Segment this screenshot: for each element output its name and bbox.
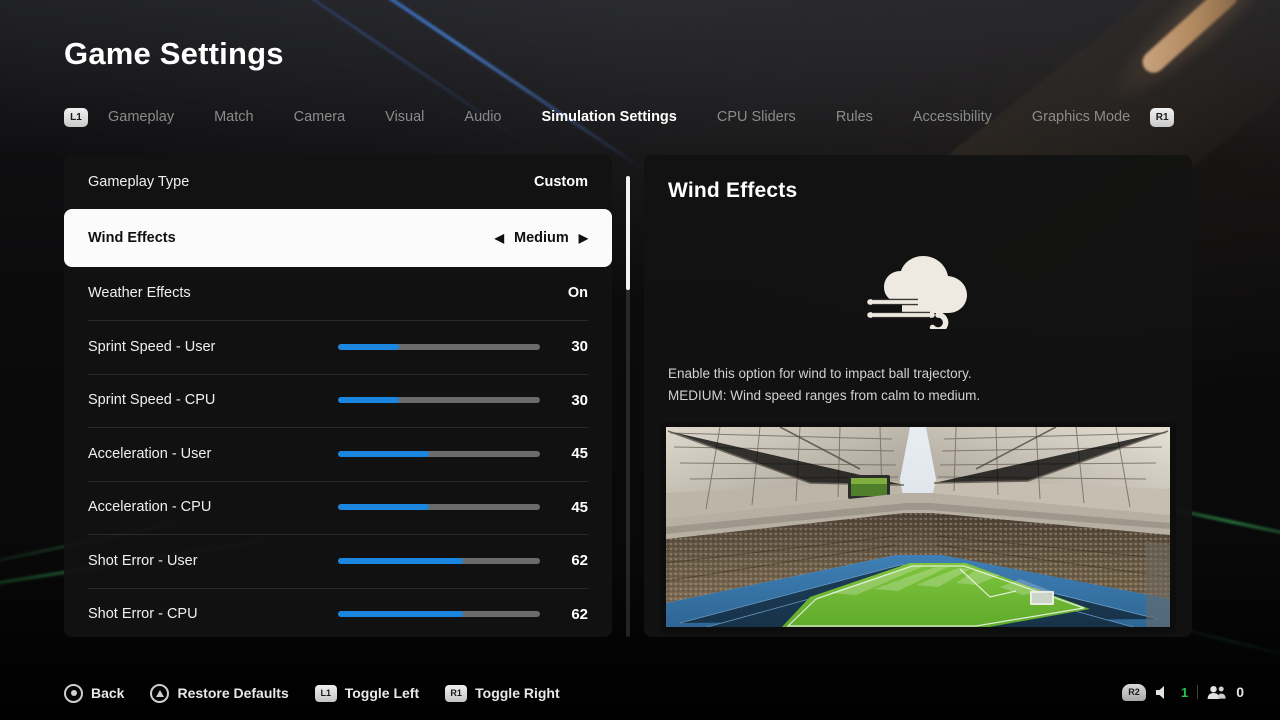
tab-visual[interactable]: Visual bbox=[365, 104, 444, 130]
setting-label: Sprint Speed - User bbox=[88, 339, 215, 355]
setting-label: Acceleration - User bbox=[88, 446, 211, 462]
detail-title: Wind Effects bbox=[668, 179, 1168, 203]
slider-track[interactable] bbox=[338, 451, 540, 457]
game-settings-screen: Game Settings L1 Gameplay Match Camera V… bbox=[0, 0, 1280, 720]
tab-accessibility[interactable]: Accessibility bbox=[893, 104, 1012, 130]
settings-scrollbar[interactable] bbox=[626, 176, 630, 637]
setting-value: On bbox=[568, 285, 588, 301]
slider-value: 62 bbox=[540, 552, 588, 569]
hint-label: Toggle Right bbox=[475, 685, 560, 701]
setting-row-acceleration-cpu[interactable]: Acceleration - CPU 45 bbox=[64, 481, 612, 535]
setting-label: Wind Effects bbox=[88, 230, 176, 246]
stepper-left-arrow-icon[interactable]: ◀ bbox=[495, 232, 504, 244]
tab-cpu-sliders[interactable]: CPU Sliders bbox=[697, 104, 816, 130]
setting-row-gameplay-type[interactable]: Gameplay Type Custom bbox=[64, 155, 612, 209]
r1-button-icon: R1 bbox=[445, 685, 467, 702]
slider-value: 30 bbox=[540, 338, 588, 355]
setting-row-weather-effects[interactable]: Weather Effects On bbox=[64, 267, 612, 321]
slider-track[interactable] bbox=[338, 558, 540, 564]
hint-label: Restore Defaults bbox=[177, 685, 288, 701]
detail-description-line-2: MEDIUM: Wind speed ranges from calm to m… bbox=[668, 385, 1168, 407]
settings-tabbar: L1 Gameplay Match Camera Visual Audio Si… bbox=[64, 104, 1174, 130]
setting-slider[interactable]: 62 bbox=[338, 552, 588, 569]
players-count: 0 bbox=[1236, 684, 1244, 700]
hint-toggle-right[interactable]: R1 Toggle Right bbox=[445, 685, 560, 702]
triangle-button-icon bbox=[150, 684, 169, 703]
setting-slider[interactable]: 45 bbox=[338, 499, 588, 516]
setting-label: Weather Effects bbox=[88, 285, 191, 301]
setting-slider[interactable]: 30 bbox=[338, 392, 588, 409]
slider-fill bbox=[338, 344, 399, 350]
r2-trigger-icon: R2 bbox=[1122, 684, 1146, 701]
detail-description: Enable this option for wind to impact ba… bbox=[668, 363, 1168, 407]
setting-value-stepper: ◀ Medium ▶ bbox=[495, 230, 588, 246]
l1-bumper-icon[interactable]: L1 bbox=[64, 108, 88, 127]
setting-row-shot-error-user[interactable]: Shot Error - User 62 bbox=[64, 534, 612, 588]
tab-match[interactable]: Match bbox=[194, 104, 274, 130]
tab-camera[interactable]: Camera bbox=[274, 104, 366, 130]
slider-track[interactable] bbox=[338, 344, 540, 350]
slider-value: 45 bbox=[540, 445, 588, 462]
cloud-wind-icon bbox=[858, 255, 978, 329]
setting-row-shot-error-cpu[interactable]: Shot Error - CPU 62 bbox=[64, 588, 612, 638]
slider-track[interactable] bbox=[338, 504, 540, 510]
r1-bumper-icon[interactable]: R1 bbox=[1150, 108, 1174, 127]
setting-label: Sprint Speed - CPU bbox=[88, 392, 215, 408]
hint-label: Back bbox=[91, 685, 124, 701]
detail-panel: Wind Effects Enable this option for wind… bbox=[644, 155, 1192, 637]
slider-value: 30 bbox=[540, 392, 588, 409]
setting-slider[interactable]: 62 bbox=[338, 606, 588, 623]
hint-label: Toggle Left bbox=[345, 685, 419, 701]
detail-description-line-1: Enable this option for wind to impact ba… bbox=[668, 363, 1168, 385]
slider-fill bbox=[338, 397, 399, 403]
setting-label: Shot Error - User bbox=[88, 553, 198, 569]
setting-row-sprint-speed-cpu[interactable]: Sprint Speed - CPU 30 bbox=[64, 374, 612, 428]
setting-label: Gameplay Type bbox=[88, 174, 189, 190]
hint-back[interactable]: Back bbox=[64, 684, 124, 703]
page-title: Game Settings bbox=[64, 36, 284, 72]
setting-label: Shot Error - CPU bbox=[88, 606, 198, 622]
setting-slider[interactable]: 45 bbox=[338, 445, 588, 462]
tab-simulation-settings[interactable]: Simulation Settings bbox=[522, 104, 697, 130]
slider-value: 45 bbox=[540, 499, 588, 516]
settings-list-panel: Gameplay Type Custom Wind Effects ◀ Medi… bbox=[64, 155, 612, 637]
stadium-preview-image bbox=[660, 423, 1176, 633]
slider-fill bbox=[338, 504, 429, 510]
volume-level: 1 bbox=[1181, 685, 1188, 700]
stepper-right-arrow-icon[interactable]: ▶ bbox=[579, 232, 588, 244]
slider-fill bbox=[338, 451, 429, 457]
scrollbar-thumb[interactable] bbox=[626, 176, 630, 290]
setting-label: Acceleration - CPU bbox=[88, 499, 211, 515]
stadium-illustration bbox=[660, 423, 1176, 633]
slider-track[interactable] bbox=[338, 397, 540, 403]
tab-graphics-mode[interactable]: Graphics Mode bbox=[1012, 104, 1150, 130]
slider-fill bbox=[338, 558, 463, 564]
setting-row-wind-effects[interactable]: Wind Effects ◀ Medium ▶ bbox=[64, 209, 612, 267]
setting-value: Custom bbox=[534, 174, 588, 190]
tab-audio[interactable]: Audio bbox=[444, 104, 521, 130]
setting-value-text: Medium bbox=[514, 230, 569, 246]
hint-restore-defaults[interactable]: Restore Defaults bbox=[150, 684, 288, 703]
footer-status: R2 1 0 bbox=[1122, 680, 1244, 704]
players-icon bbox=[1207, 685, 1227, 700]
tab-gameplay[interactable]: Gameplay bbox=[88, 104, 194, 130]
setting-row-acceleration-user[interactable]: Acceleration - User 45 bbox=[64, 427, 612, 481]
slider-fill bbox=[338, 611, 463, 617]
slider-value: 62 bbox=[540, 606, 588, 623]
speaker-icon bbox=[1155, 685, 1172, 700]
hint-toggle-left[interactable]: L1 Toggle Left bbox=[315, 685, 419, 702]
tab-rules[interactable]: Rules bbox=[816, 104, 893, 130]
slider-track[interactable] bbox=[338, 611, 540, 617]
l1-button-icon: L1 bbox=[315, 685, 337, 702]
setting-slider[interactable]: 30 bbox=[338, 338, 588, 355]
status-divider bbox=[1197, 685, 1198, 699]
circle-button-icon bbox=[64, 684, 83, 703]
footer-hints: Back Restore Defaults L1 Toggle Left R1 … bbox=[64, 680, 560, 706]
setting-row-sprint-speed-user[interactable]: Sprint Speed - User 30 bbox=[64, 320, 612, 374]
